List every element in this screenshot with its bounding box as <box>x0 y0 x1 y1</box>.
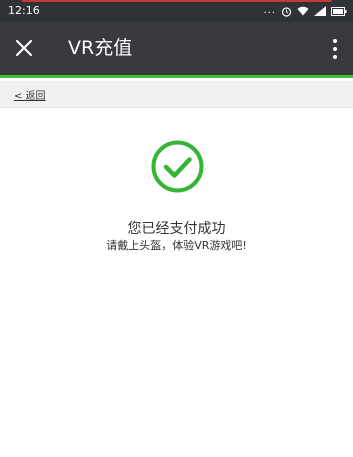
close-icon <box>16 40 32 56</box>
close-button[interactable] <box>10 34 38 62</box>
page-title: VR充值 <box>68 37 133 59</box>
signal-icon <box>314 6 326 16</box>
status-icons: ... <box>263 0 347 22</box>
wifi-icon <box>297 6 309 16</box>
more-vertical-icon-dot <box>333 55 337 59</box>
check-circle-icon <box>151 140 204 193</box>
phone-screen: 12:16 ... VR充值 < 返回 您已经支付成功 请戴上头盔，体验VR游戏… <box>0 0 353 457</box>
app-bar: VR充值 <box>0 22 353 78</box>
success-hint: 请戴上头盔，体验VR游戏吧! <box>106 239 247 252</box>
more-vertical-icon-dot <box>333 47 337 51</box>
notification-dots: ... <box>263 5 276 16</box>
more-menu-button[interactable] <box>327 36 343 62</box>
success-message: 您已经支付成功 <box>127 221 226 237</box>
back-link[interactable]: < 返回 <box>14 87 46 102</box>
battery-icon <box>331 6 347 16</box>
status-time: 12:16 <box>8 4 40 17</box>
alarm-icon <box>281 6 292 17</box>
more-vertical-icon-dot <box>333 39 337 43</box>
status-bar: 12:16 ... <box>0 0 353 22</box>
back-bar: < 返回 <box>0 81 353 108</box>
